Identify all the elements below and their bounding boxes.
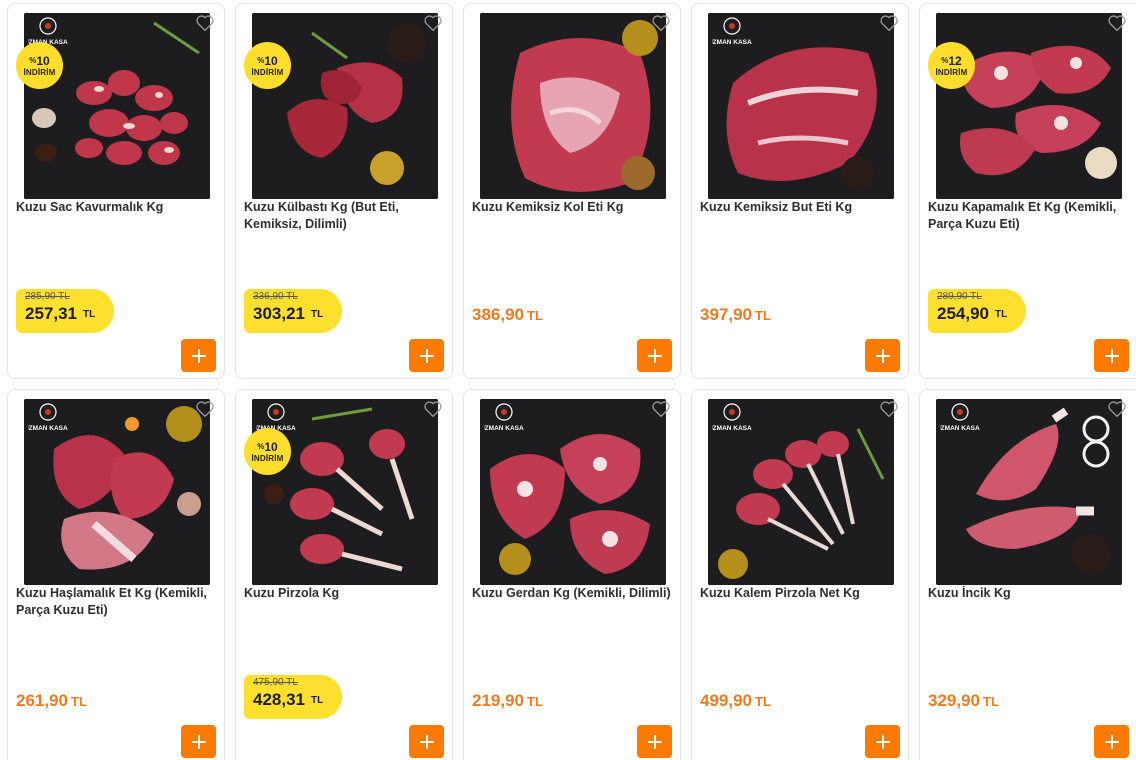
- plus-icon: [875, 734, 890, 749]
- product-name[interactable]: Kuzu İncik Kg: [928, 585, 1132, 602]
- add-to-cart-button[interactable]: [181, 725, 216, 758]
- add-to-cart-button[interactable]: [865, 339, 900, 372]
- add-to-cart-button[interactable]: [637, 725, 672, 758]
- product-card[interactable]: UZMAN KASAP Kuzu Kemiksiz But Eti Kg 397…: [691, 3, 909, 379]
- product-name[interactable]: Kuzu Kapamalık Et Kg (Kemikli, Parça Kuz…: [928, 199, 1132, 233]
- favorite-heart-icon[interactable]: [650, 398, 672, 420]
- add-to-cart-button[interactable]: [865, 725, 900, 758]
- discount-badge: %10 İNDİRİM: [244, 42, 291, 89]
- current-price: 329,90 TL: [928, 691, 999, 710]
- current-price: 428,31: [253, 690, 305, 709]
- svg-text:UZMAN KASAP: UZMAN KASAP: [28, 425, 68, 432]
- svg-text:UZMAN KASAP: UZMAN KASAP: [712, 425, 752, 432]
- favorite-heart-icon[interactable]: [878, 398, 900, 420]
- product-card[interactable]: UZMAN KASAP Kuzu Kalem Pirzola Net Kg 49…: [691, 389, 909, 760]
- favorite-heart-icon[interactable]: [422, 398, 444, 420]
- product-name[interactable]: Kuzu Kemiksiz But Eti Kg: [700, 199, 904, 216]
- product-name[interactable]: Kuzu Haşlamalık Et Kg (Kemikli, Parça Ku…: [16, 585, 220, 619]
- product-name[interactable]: Kuzu Külbastı Kg (But Eti, Kemiksiz, Dil…: [244, 199, 448, 233]
- add-to-cart-button[interactable]: [409, 339, 444, 372]
- favorite-heart-icon[interactable]: [422, 12, 444, 34]
- plus-icon: [419, 734, 434, 749]
- product-image[interactable]: [936, 13, 1122, 199]
- current-price: 257,31: [25, 304, 77, 323]
- product-image[interactable]: UZMAN KASAP: [24, 399, 210, 585]
- product-image[interactable]: UZMAN KASAP: [252, 399, 438, 585]
- product-image[interactable]: [480, 13, 666, 199]
- favorite-heart-icon[interactable]: [194, 12, 216, 34]
- discounted-price: 285,90 TL 257,31 TL: [16, 289, 114, 333]
- plus-icon: [191, 348, 206, 363]
- discounted-price: 289,90 TL 254,90 TL: [928, 289, 1026, 333]
- old-price: 285,90 TL: [25, 291, 70, 302]
- brand-logo: UZMAN KASAP: [940, 403, 980, 435]
- add-to-cart-button[interactable]: [181, 339, 216, 372]
- brand-logo: UZMAN KASAP: [712, 17, 752, 49]
- favorite-heart-icon[interactable]: [1106, 398, 1128, 420]
- plus-icon: [419, 348, 434, 363]
- product-name[interactable]: Kuzu Kemiksiz Kol Eti Kg: [472, 199, 676, 216]
- product-name[interactable]: Kuzu Gerdan Kg (Kemikli, Dilimli): [472, 585, 676, 602]
- favorite-heart-icon[interactable]: [1106, 12, 1128, 34]
- discounted-price: 475,90 TL 428,31 TL: [244, 675, 342, 719]
- favorite-heart-icon[interactable]: [194, 398, 216, 420]
- plus-icon: [875, 348, 890, 363]
- plus-icon: [1104, 734, 1119, 749]
- product-card[interactable]: %12 İNDİRİM Kuzu Kapamalık Et Kg (Kemikl…: [919, 3, 1136, 379]
- product-image[interactable]: UZMAN KASAP: [708, 13, 894, 199]
- plus-icon: [191, 734, 206, 749]
- old-price: 289,90 TL: [937, 291, 982, 302]
- product-card[interactable]: UZMAN KASAP %10 İNDİRİM Kuzu Pirzola Kg …: [235, 389, 453, 760]
- add-to-cart-button[interactable]: [637, 339, 672, 372]
- discounted-price: 336,90 TL 303,21 TL: [244, 289, 342, 333]
- svg-text:UZMAN KASAP: UZMAN KASAP: [712, 39, 752, 46]
- product-card[interactable]: %10 İNDİRİM Kuzu Külbastı Kg (But Eti, K…: [235, 3, 453, 379]
- brand-logo: UZMAN KASAP: [484, 403, 524, 435]
- discount-badge: %10 İNDİRİM: [16, 42, 63, 89]
- product-image[interactable]: UZMAN KASAP: [936, 399, 1122, 585]
- product-card[interactable]: Kuzu Kemiksiz Kol Eti Kg 386,90 TL: [463, 3, 681, 379]
- brand-logo: UZMAN KASAP: [28, 403, 68, 435]
- old-price: 336,90 TL: [253, 291, 298, 302]
- add-to-cart-button[interactable]: [409, 725, 444, 758]
- current-price: 397,90 TL: [700, 305, 771, 324]
- current-price: 303,21: [253, 304, 305, 323]
- product-image[interactable]: UZMAN KASAP: [480, 399, 666, 585]
- current-price: 254,90: [937, 304, 989, 323]
- product-image[interactable]: UZMAN KASAP: [24, 13, 210, 199]
- current-price: 261,90 TL: [16, 691, 87, 710]
- product-grid: UZMAN KASAP %10 İNDİRİM Kuzu Sac Kavurma…: [0, 0, 1136, 760]
- brand-logo: UZMAN KASAP: [712, 403, 752, 435]
- favorite-heart-icon[interactable]: [650, 12, 672, 34]
- product-image[interactable]: [252, 13, 438, 199]
- product-name[interactable]: Kuzu Pirzola Kg: [244, 585, 448, 602]
- favorite-heart-icon[interactable]: [878, 12, 900, 34]
- product-card[interactable]: UZMAN KASAP Kuzu Gerdan Kg (Kemikli, Dil…: [463, 389, 681, 760]
- product-image[interactable]: UZMAN KASAP: [708, 399, 894, 585]
- current-price: 219,90 TL: [472, 691, 543, 710]
- product-card[interactable]: UZMAN KASAP %10 İNDİRİM Kuzu Sac Kavurma…: [7, 3, 225, 379]
- plus-icon: [647, 734, 662, 749]
- plus-icon: [647, 348, 662, 363]
- discount-badge: %12 İNDİRİM: [928, 42, 975, 89]
- current-price: 386,90 TL: [472, 305, 543, 324]
- svg-text:UZMAN KASAP: UZMAN KASAP: [484, 425, 524, 432]
- svg-text:UZMAN KASAP: UZMAN KASAP: [940, 425, 980, 432]
- add-to-cart-button[interactable]: [1094, 725, 1129, 758]
- product-name[interactable]: Kuzu Kalem Pirzola Net Kg: [700, 585, 904, 602]
- product-name[interactable]: Kuzu Sac Kavurmalık Kg: [16, 199, 220, 216]
- plus-icon: [1104, 348, 1119, 363]
- current-price: 499,90 TL: [700, 691, 771, 710]
- old-price: 475,90 TL: [253, 677, 298, 688]
- product-card[interactable]: UZMAN KASAP Kuzu Haşlamalık Et Kg (Kemik…: [7, 389, 225, 760]
- product-card[interactable]: UZMAN KASAP Kuzu İncik Kg 329,90TL: [919, 389, 1136, 760]
- discount-badge: %10 İNDİRİM: [244, 428, 291, 475]
- add-to-cart-button[interactable]: [1094, 339, 1129, 372]
